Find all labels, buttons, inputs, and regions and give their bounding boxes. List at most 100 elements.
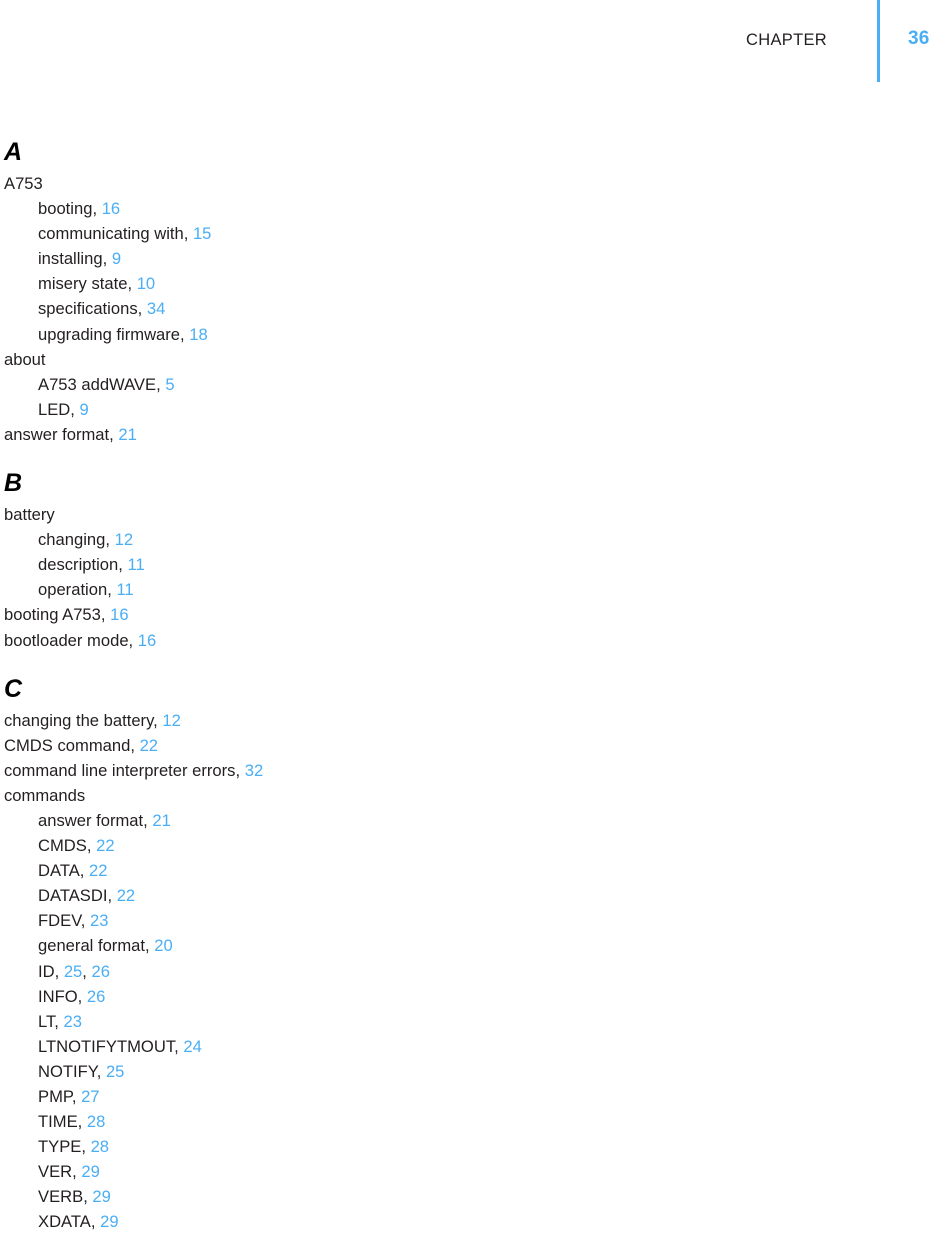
index-page-reference[interactable]: 12: [162, 711, 180, 730]
index-page-reference[interactable]: 26: [92, 962, 110, 981]
index-entry: booting A753, 16: [4, 602, 904, 627]
index-ref-separator: ,: [80, 911, 90, 931]
index-entry-label: changing the battery: [4, 710, 154, 730]
index-ref-separator: ,: [72, 1162, 82, 1182]
index-page-reference[interactable]: 16: [138, 631, 156, 650]
index-page-reference[interactable]: 22: [96, 836, 114, 855]
index-subentry: booting, 16: [4, 196, 904, 221]
index-ref-separator: ,: [71, 1087, 82, 1106]
index-page-reference[interactable]: 29: [100, 1212, 118, 1231]
index-entry-label: answer format: [4, 424, 110, 444]
index-page-reference[interactable]: 22: [89, 861, 107, 880]
index-page-reference[interactable]: 27: [81, 1087, 99, 1106]
index-page-reference[interactable]: 23: [64, 1012, 82, 1031]
index-entry-label: commands: [4, 785, 86, 805]
index-page-reference[interactable]: 21: [152, 811, 170, 830]
index-page-reference[interactable]: 22: [140, 736, 158, 755]
index-ref-separator: ,: [90, 1212, 101, 1232]
index-page-reference[interactable]: 11: [116, 580, 133, 599]
index-entry-label: ID: [38, 961, 55, 981]
section-letter-heading: A: [4, 138, 23, 166]
index-page-reference[interactable]: 26: [87, 987, 105, 1006]
index-subentry: TYPE, 28: [4, 1134, 904, 1159]
index-subentry: misery state, 10: [4, 271, 904, 296]
index-subentry: answer format, 21: [4, 808, 904, 833]
index-entry: A753: [4, 171, 904, 196]
index-entry-label: changing: [38, 530, 106, 550]
index-page-reference[interactable]: 34: [147, 299, 165, 318]
index-page-reference[interactable]: 15: [193, 224, 211, 243]
index-page-reference[interactable]: 24: [183, 1037, 201, 1056]
index-entry-label: CMDS: [38, 836, 87, 856]
index-section-c: Cchanging the battery, 12 CMDS command, 2…: [4, 674, 904, 1235]
index-page-reference[interactable]: 25: [64, 962, 82, 981]
index-ref-separator: ,: [137, 299, 147, 319]
index-subentry: XDATA, 29: [4, 1209, 904, 1234]
index-entry-label: A753 addWAVE: [38, 374, 157, 394]
index-page-reference[interactable]: 28: [87, 1112, 105, 1131]
index-entry-label: A753: [4, 174, 43, 193]
index-ref-separator: ,: [105, 530, 115, 550]
index-page-reference[interactable]: 10: [137, 274, 155, 293]
index-ref-separator: ,: [235, 760, 245, 780]
index-ref-separator: ,: [143, 810, 153, 830]
index-page-reference[interactable]: 29: [81, 1162, 99, 1181]
index-entry-label: PMP: [38, 1087, 72, 1106]
index-entry-label: DATASDI: [38, 886, 108, 906]
index-entry-label: DATA: [38, 861, 80, 881]
index-subentry: installing, 9: [4, 246, 904, 271]
index-ref-separator: ,: [128, 630, 138, 650]
index-subentry: general format, 20: [4, 933, 904, 958]
index-page-reference[interactable]: 20: [154, 936, 172, 955]
index-page-reference[interactable]: 29: [92, 1187, 110, 1206]
index-entry-label: booting: [38, 199, 93, 219]
index-entry-label: TIME: [38, 1112, 78, 1132]
chapter-label: CHAPTER: [746, 31, 827, 49]
index-entry-label: battery: [4, 505, 55, 525]
index-entry-label: general format: [38, 936, 145, 956]
index-entry: changing the battery, 12: [4, 708, 904, 733]
index-subentry: upgrading firmware, 18: [4, 322, 904, 347]
index-entry-label: operation: [38, 580, 108, 600]
index-entry-label: INFO: [38, 986, 78, 1006]
index-subentry: communicating with, 15: [4, 221, 904, 246]
index-ref-separator: ,: [174, 1036, 184, 1056]
index-ref-separator: ,: [92, 199, 102, 219]
index-page-reference[interactable]: 25: [106, 1062, 124, 1081]
index-subentry: VER, 29: [4, 1159, 904, 1184]
index-page-reference[interactable]: 5: [165, 375, 174, 394]
index-subentry: LT, 23: [4, 1009, 904, 1034]
index-ref-separator: ,: [54, 961, 64, 981]
index-subentry: operation, 11: [4, 577, 904, 602]
index-subentry: FDEV, 23: [4, 908, 904, 933]
index-page-reference[interactable]: 16: [102, 199, 120, 218]
index-entry: about: [4, 347, 904, 372]
index-page-reference[interactable]: 18: [189, 325, 207, 344]
index-subentry: A753 addWAVE, 5: [4, 372, 904, 397]
index-ref-separator: ,: [86, 836, 97, 856]
index-ref-separator: ,: [130, 735, 140, 755]
index-subentry: specifications, 34: [4, 296, 904, 321]
index-ref-separator: ,: [81, 1137, 91, 1157]
index-page-reference[interactable]: 22: [117, 886, 135, 905]
index-ref-separator: ,: [70, 399, 80, 419]
index-entry-label: misery state: [38, 274, 128, 294]
index-ref-separator: ,: [77, 1112, 87, 1132]
chapter-number: 36: [908, 28, 930, 49]
index-page-reference[interactable]: 16: [110, 605, 128, 624]
index-page-reference[interactable]: 9: [80, 400, 89, 419]
index-page-reference[interactable]: 11: [127, 555, 144, 574]
index-page-reference[interactable]: 12: [115, 530, 133, 549]
index-entry: battery: [4, 502, 904, 527]
index-ref-separator: ,: [145, 936, 155, 956]
index-page-reference[interactable]: 32: [245, 761, 263, 780]
index-entry-label: specifications: [38, 299, 138, 319]
index-subentry: ID, 25, 26: [4, 959, 904, 984]
index-subentry: VERB, 29: [4, 1184, 904, 1209]
index-page-reference[interactable]: 21: [118, 425, 136, 444]
index-ref-separator: ,: [127, 274, 137, 294]
index-page-reference[interactable]: 9: [112, 249, 121, 268]
index-entry-label: upgrading firmware: [38, 324, 181, 344]
index-page-reference[interactable]: 28: [91, 1137, 109, 1156]
index-page-reference[interactable]: 23: [90, 911, 108, 930]
